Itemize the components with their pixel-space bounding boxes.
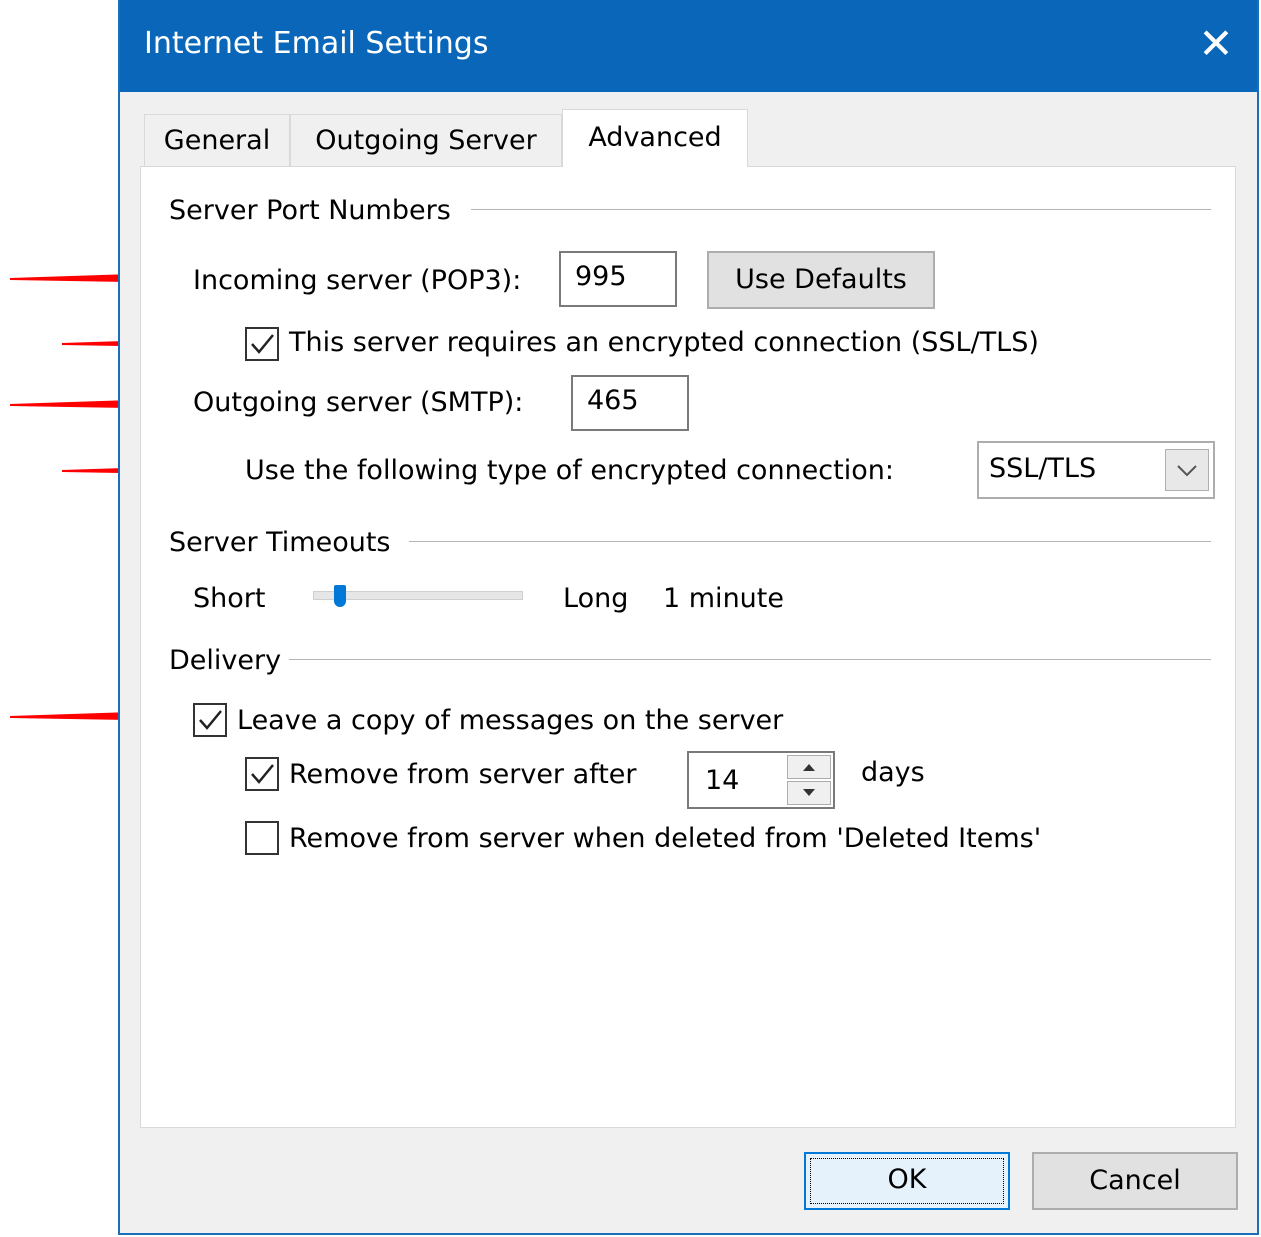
stepper-up-button[interactable] bbox=[787, 755, 831, 779]
outgoing-port-input[interactable]: 465 bbox=[571, 375, 689, 431]
section-title-delivery: Delivery bbox=[169, 645, 282, 676]
stepper-down-button[interactable] bbox=[787, 781, 831, 805]
ok-button[interactable]: OK bbox=[804, 1152, 1010, 1210]
close-button[interactable]: ✕ bbox=[1181, 14, 1251, 74]
checkmark-icon bbox=[251, 764, 274, 784]
days-label: days bbox=[861, 757, 925, 788]
days-stepper[interactable]: 14 bbox=[687, 751, 835, 809]
section-divider bbox=[289, 659, 1211, 660]
incoming-server-label: Incoming server (POP3): bbox=[193, 265, 522, 296]
advanced-tab-panel: Server Port Numbers Incoming server (POP… bbox=[140, 166, 1236, 1128]
remove-deleted-checkbox[interactable] bbox=[245, 821, 279, 855]
triangle-up-icon bbox=[803, 764, 815, 771]
tab-general[interactable]: General bbox=[144, 114, 290, 166]
section-divider bbox=[471, 209, 1211, 210]
timeout-long-label: Long bbox=[563, 583, 629, 614]
encryption-type-value: SSL/TLS bbox=[989, 453, 1097, 484]
chevron-down-icon bbox=[1177, 465, 1197, 477]
title-bar: Internet Email Settings ✕ bbox=[120, 0, 1257, 92]
checkmark-icon bbox=[251, 334, 274, 354]
tab-advanced[interactable]: Advanced bbox=[562, 109, 748, 167]
triangle-down-icon bbox=[803, 789, 815, 796]
leave-copy-label: Leave a copy of messages on the server bbox=[237, 705, 784, 736]
dropdown-button[interactable] bbox=[1165, 449, 1209, 491]
tab-outgoing-server[interactable]: Outgoing Server bbox=[290, 114, 562, 166]
checkmark-icon bbox=[199, 710, 222, 730]
focus-rectangle bbox=[810, 1158, 1004, 1204]
encrypted-connection-label: This server requires an encrypted connec… bbox=[289, 327, 1039, 358]
section-divider bbox=[409, 541, 1211, 542]
internet-email-settings-dialog: Internet Email Settings ✕ General Outgoi… bbox=[118, 0, 1259, 1235]
outgoing-server-label: Outgoing server (SMTP): bbox=[193, 387, 524, 418]
use-defaults-button[interactable]: Use Defaults bbox=[707, 251, 935, 309]
section-title-server-port-numbers: Server Port Numbers bbox=[169, 195, 451, 226]
remove-after-label: Remove from server after bbox=[289, 759, 637, 790]
remove-deleted-label: Remove from server when deleted from 'De… bbox=[289, 823, 1042, 854]
tab-label: General bbox=[163, 125, 271, 156]
timeout-value: 1 minute bbox=[663, 583, 784, 614]
encryption-type-label: Use the following type of encrypted conn… bbox=[245, 455, 894, 486]
incoming-port-input[interactable]: 995 bbox=[559, 251, 677, 307]
remove-after-checkbox[interactable] bbox=[245, 757, 279, 791]
encryption-type-select[interactable]: SSL/TLS bbox=[977, 441, 1215, 499]
close-icon: ✕ bbox=[1198, 19, 1234, 68]
leave-copy-checkbox[interactable] bbox=[193, 703, 227, 737]
tab-label: Advanced bbox=[588, 122, 722, 153]
timeout-slider-thumb[interactable] bbox=[333, 585, 346, 607]
timeout-short-label: Short bbox=[193, 583, 266, 614]
days-input[interactable]: 14 bbox=[705, 765, 739, 796]
tab-label: Outgoing Server bbox=[315, 125, 537, 156]
section-title-server-timeouts: Server Timeouts bbox=[169, 527, 391, 558]
window-title: Internet Email Settings bbox=[144, 26, 489, 61]
cancel-button[interactable]: Cancel bbox=[1032, 1152, 1238, 1210]
encrypted-connection-checkbox[interactable] bbox=[245, 327, 279, 361]
